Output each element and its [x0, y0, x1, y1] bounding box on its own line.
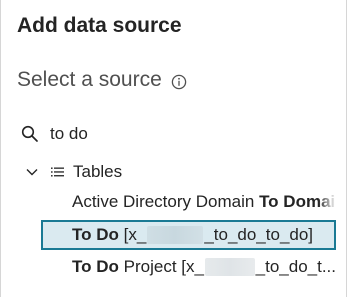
- search-bar: [21, 122, 290, 146]
- item-prefix: Active Directory Domain: [72, 192, 260, 211]
- list-icon: [51, 166, 64, 178]
- item-match: To Do: [72, 257, 119, 276]
- item-match: To Do: [259, 192, 306, 211]
- item-suffix-end: _to_do_to_do]: [204, 225, 314, 244]
- select-source-header: Select a source: [17, 67, 187, 93]
- item-suffix-start: [x_: [118, 225, 147, 244]
- item-suffix-start: Project [x_: [118, 257, 204, 276]
- section-subtitle: Select a source: [17, 68, 162, 91]
- tree-group-label: Tables: [73, 162, 123, 181]
- add-data-source-panel: Add data source Select a source to do Ta…: [0, 0, 347, 297]
- list-item[interactable]: To Do Project [x_ _to_do_t...: [41, 252, 336, 282]
- redacted-block: [204, 258, 255, 276]
- tree-group-tables[interactable]: Tables: [25, 160, 122, 184]
- item-match: To Do: [72, 225, 119, 244]
- redacted-block: [147, 226, 204, 244]
- overflow-fade: [318, 187, 336, 217]
- chevron-down-icon[interactable]: [25, 165, 39, 179]
- list-item[interactable]: Active Directory Domain To Domain: [41, 187, 336, 217]
- search-input[interactable]: [50, 124, 290, 144]
- list-item-selected[interactable]: To Do [x_ _to_do_to_do]: [41, 220, 336, 250]
- search-icon: [21, 125, 39, 143]
- item-suffix-end: _to_do_t...: [255, 257, 336, 276]
- info-icon[interactable]: [171, 74, 187, 90]
- panel-title: Add data source: [17, 14, 182, 37]
